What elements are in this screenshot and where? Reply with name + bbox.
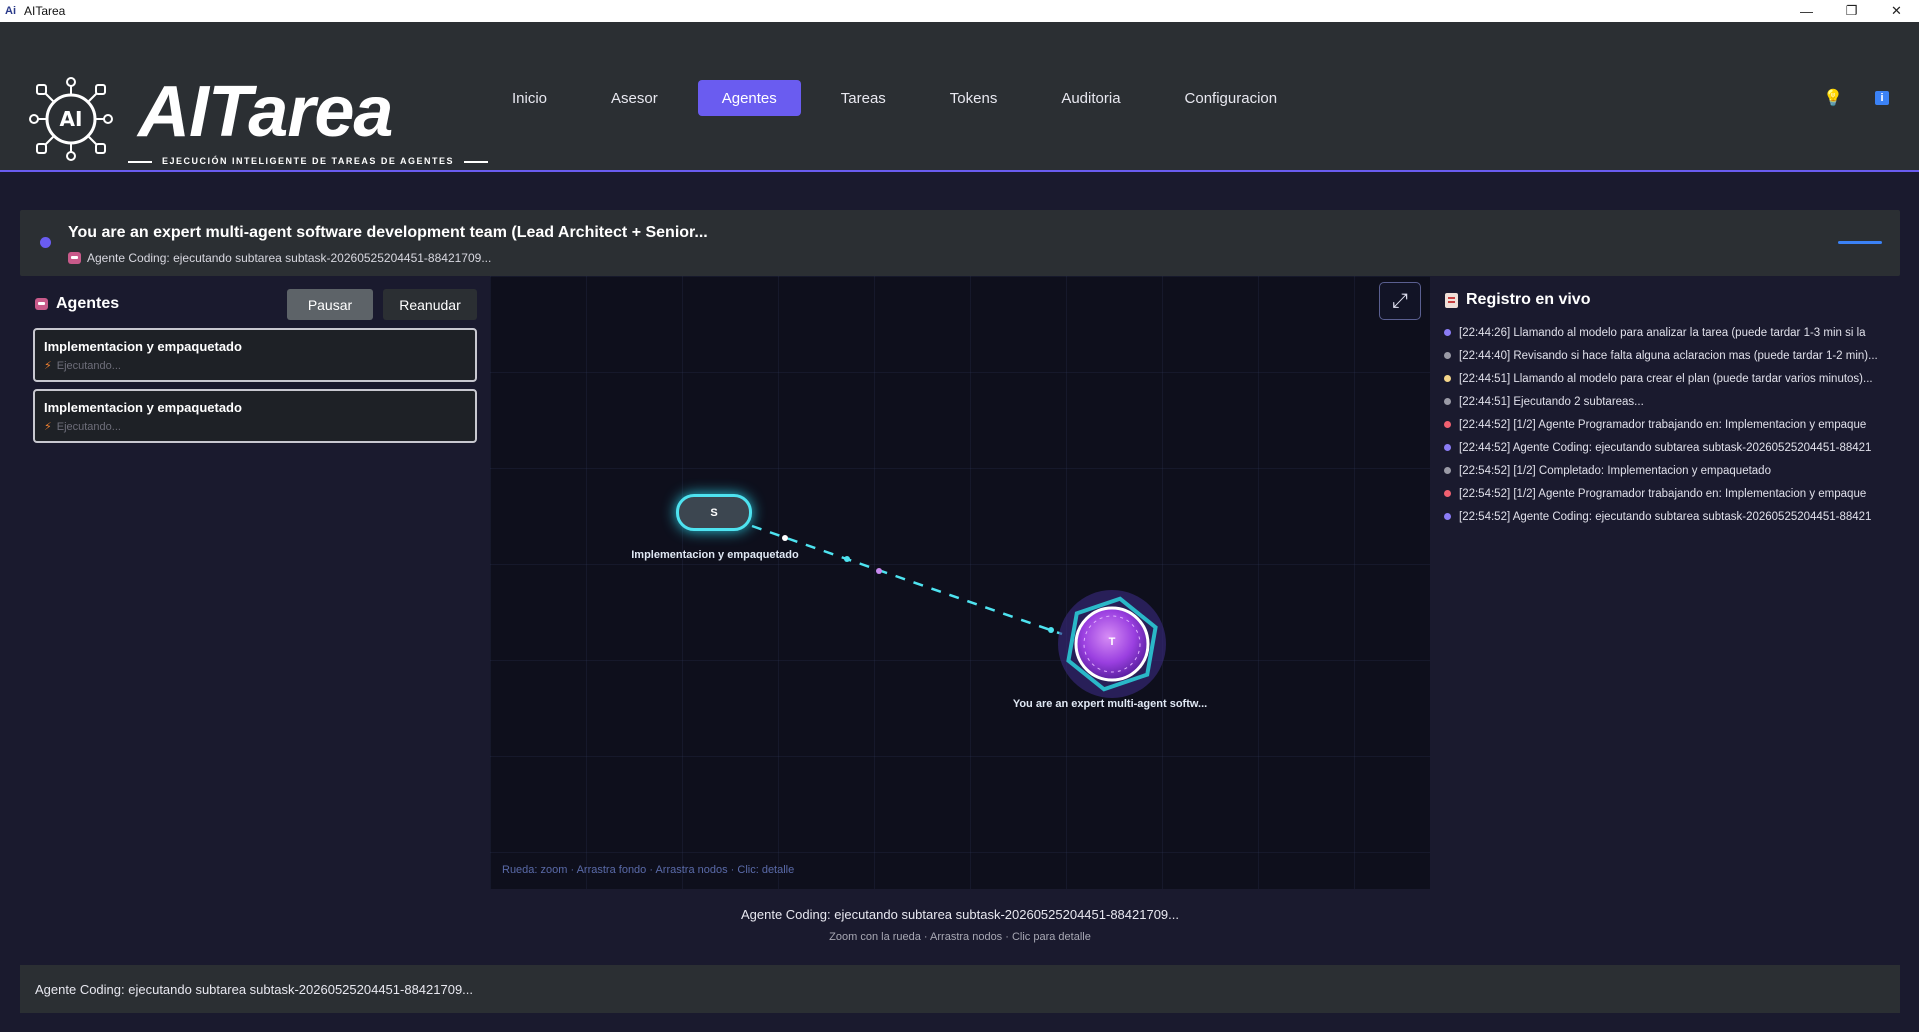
agent-card-status-text: Ejecutando... (56, 420, 121, 433)
window-title: AITarea (24, 4, 66, 18)
log-entry: [22:54:52] [1/2] Completado: Implementac… (1440, 459, 1900, 482)
log-entry: [22:54:52] [1/2] Agente Programador trab… (1440, 482, 1900, 505)
log-entry-dot (1444, 398, 1451, 405)
graph-edge (751, 524, 1063, 636)
log-entry-dot (1444, 444, 1451, 451)
log-entry: [22:44:52] Agente Coding: ejecutando sub… (1440, 436, 1900, 459)
agent-card-title: Implementacion y empaquetado (44, 400, 242, 415)
log-entry: [22:44:51] Ejecutando 2 subtareas... (1440, 390, 1900, 413)
pause-button[interactable]: Pausar (287, 289, 373, 320)
window-controls: — ❐ ✕ (1784, 0, 1919, 22)
status-dot (40, 237, 51, 248)
info-icon[interactable]: i (1870, 86, 1894, 110)
document-icon (1445, 292, 1458, 308)
task-title: You are an expert multi-agent software d… (68, 224, 708, 241)
live-log-title-text: Registro en vivo (1466, 291, 1591, 308)
edge-particle (844, 556, 850, 562)
log-entry-text: [22:54:52] [1/2] Agente Programador trab… (1459, 487, 1867, 500)
agent-graph-canvas[interactable]: ⤢ S Implementacion y empaquetado T You a… (490, 276, 1430, 889)
log-entry-text: [22:44:51] Ejecutando 2 subtareas... (1459, 395, 1644, 408)
log-entry-text: [22:44:51] Llamando al modelo para crear… (1459, 372, 1873, 385)
agent-card[interactable]: Implementacion y empaquetado ⚡ Ejecutand… (33, 328, 477, 382)
agent-card[interactable]: Implementacion y empaquetado ⚡ Ejecutand… (33, 389, 477, 443)
log-entry-text: [22:54:52] [1/2] Completado: Implementac… (1459, 464, 1771, 477)
graph-help-text: Zoom con la rueda · Arrastra nodos · Cli… (829, 931, 1091, 943)
minimize-button[interactable]: — (1784, 0, 1829, 22)
robot-icon (68, 252, 81, 264)
log-entry: [22:44:52] [1/2] Agente Programador trab… (1440, 413, 1900, 436)
log-list: [22:44:26] Llamando al modelo para anali… (1440, 321, 1900, 528)
nav-tareas[interactable]: Tareas (817, 80, 910, 116)
log-entry-text: [22:44:52] [1/2] Agente Programador trab… (1459, 418, 1867, 431)
app-header: AI AITarea EJECUCIÓN INTELIGENTE DE TARE… (0, 22, 1919, 172)
log-entry-text: [22:44:52] Agente Coding: ejecutando sub… (1459, 441, 1872, 454)
bolt-icon: ⚡ (44, 421, 52, 433)
maximize-button[interactable]: ❐ (1829, 0, 1874, 22)
node-s-glyph: S (710, 506, 718, 519)
window-titlebar: Ai AITarea — ❐ ✕ (0, 0, 1919, 22)
agents-panel: Agentes Pausar Reanudar Implementacion y… (30, 285, 480, 885)
graph-node-subtask-label: Implementacion y empaquetado (631, 549, 799, 561)
graph-edges (751, 524, 1063, 636)
ai-hub-logo-icon: AI (29, 77, 113, 161)
agent-card-status: ⚡ Ejecutando... (44, 420, 121, 434)
log-entry-dot (1444, 421, 1451, 428)
live-log-panel: Registro en vivo [22:44:26] Llamando al … (1440, 285, 1900, 885)
live-log-title: Registro en vivo (1445, 291, 1590, 309)
brand-logo[interactable]: AI AITarea EJECUCIÓN INTELIGENTE DE TARE… (28, 56, 453, 166)
progress-indicator (1838, 241, 1882, 244)
log-entry-text: [22:44:40] Revisando si hace falta algun… (1459, 349, 1878, 362)
edge-particle (876, 568, 882, 574)
app-logo-icon: Ai (5, 5, 16, 17)
log-entry-dot (1444, 490, 1451, 497)
close-button[interactable]: ✕ (1874, 0, 1919, 22)
bolt-icon: ⚡ (44, 360, 52, 372)
log-entry-dot (1444, 329, 1451, 336)
main-nav: Inicio Asesor Agentes Tareas Tokens Audi… (488, 80, 1317, 116)
agent-card-title: Implementacion y empaquetado (44, 339, 242, 354)
nav-auditoria[interactable]: Auditoria (1037, 80, 1144, 116)
footer-status-text: Agente Coding: ejecutando subtarea subta… (35, 981, 474, 997)
log-entry: [22:44:40] Revisando si hace falta algun… (1440, 344, 1900, 367)
nav-configuracion[interactable]: Configuracion (1161, 80, 1302, 116)
log-entry-text: [22:54:52] Agente Coding: ejecutando sub… (1459, 510, 1872, 523)
agent-card-status: ⚡ Ejecutando... (44, 359, 121, 373)
graph-hint: Rueda: zoom · Arrastra fondo · Arrastra … (502, 864, 795, 876)
graph-node-subtask[interactable]: S (676, 494, 752, 531)
nav-tokens[interactable]: Tokens (926, 80, 1022, 116)
agent-card-status-text: Ejecutando... (56, 359, 121, 372)
edge-particle (1048, 627, 1054, 633)
footer-status-bar: Agente Coding: ejecutando subtarea subta… (20, 965, 1900, 1013)
log-entry-text: [22:44:26] Llamando al modelo para anali… (1459, 326, 1866, 339)
log-entry: [22:54:52] Agente Coding: ejecutando sub… (1440, 505, 1900, 528)
brand-tagline: EJECUCIÓN INTELIGENTE DE TAREAS DE AGENT… (118, 156, 498, 166)
nav-agentes[interactable]: Agentes (697, 80, 801, 116)
graph-status-text: Agente Coding: ejecutando subtarea subta… (740, 907, 1179, 922)
log-entry-dot (1444, 467, 1451, 474)
agents-panel-title: Agentes (35, 295, 119, 313)
node-t-glyph: T (1108, 636, 1116, 648)
bulb-icon[interactable]: 💡 (1821, 86, 1845, 110)
log-entry-dot (1444, 352, 1451, 359)
brand-name: AITarea (138, 72, 393, 152)
log-entry: [22:44:26] Llamando al modelo para anali… (1440, 321, 1900, 344)
graph-node-task[interactable]: T (1058, 590, 1166, 698)
log-entry: [22:44:51] Llamando al modelo para crear… (1440, 367, 1900, 390)
log-entry-dot (1444, 375, 1451, 382)
graph-node-task-label: You are an expert multi-agent softw... (1012, 698, 1208, 710)
edge-particle (782, 535, 788, 541)
agents-title-text: Agentes (56, 295, 120, 312)
task-banner: You are an expert multi-agent software d… (20, 210, 1900, 276)
resume-button[interactable]: Reanudar (383, 289, 477, 320)
nav-inicio[interactable]: Inicio (488, 80, 571, 116)
svg-text:AI: AI (60, 107, 83, 131)
task-subtitle: Agente Coding: ejecutando subtarea subta… (68, 251, 491, 265)
robot-icon (35, 298, 48, 310)
log-entry-dot (1444, 513, 1451, 520)
expand-icon[interactable]: ⤢ (1379, 282, 1421, 320)
nav-asesor[interactable]: Asesor (587, 80, 682, 116)
task-subtitle-text: Agente Coding: ejecutando subtarea subta… (87, 251, 492, 265)
